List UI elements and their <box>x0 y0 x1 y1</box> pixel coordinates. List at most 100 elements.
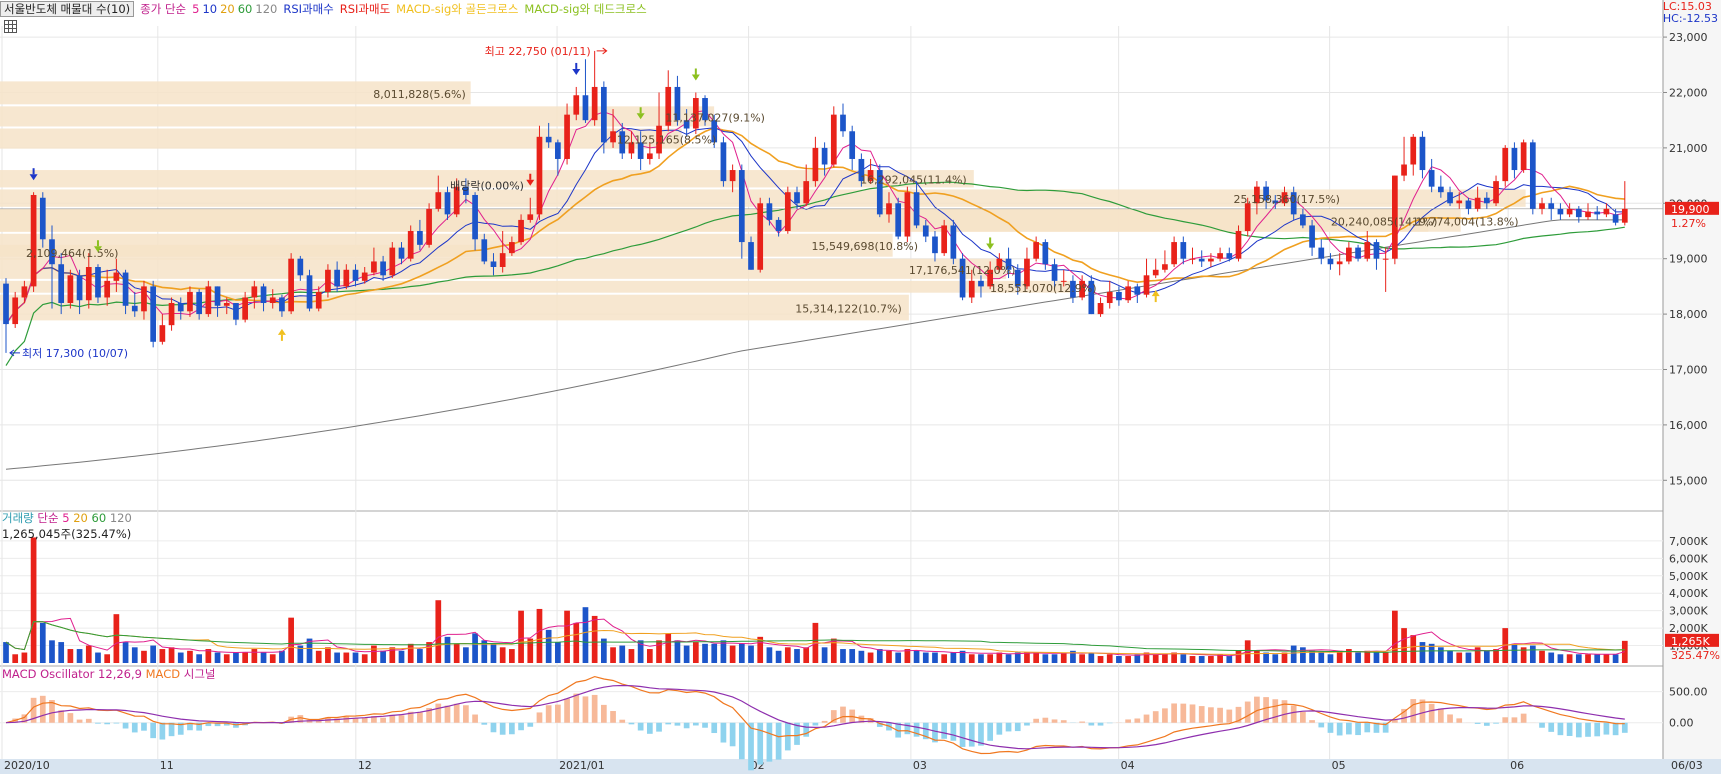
macd-oscillator-bar <box>481 722 488 725</box>
volume-bar <box>1392 610 1398 663</box>
macd-oscillator-bar <box>683 722 690 729</box>
candle-body <box>95 267 101 298</box>
candle-body <box>398 247 405 259</box>
volume-bar <box>67 649 74 663</box>
volume-tick-label: 6,000K <box>1669 552 1708 565</box>
candle-body <box>1134 286 1141 295</box>
volume-bar <box>177 652 184 663</box>
legend-dead-cross: MACD-sig와 데드크로스 <box>524 2 647 16</box>
price-tick-label: 18,000 <box>1669 308 1708 321</box>
macd-oscillator-bar <box>766 722 773 762</box>
volume-bar <box>187 650 193 663</box>
volume-bar <box>1235 650 1242 663</box>
legend-golden-cross: MACD-sig와 골든크로스 <box>396 2 519 16</box>
candle-body <box>1152 269 1159 276</box>
indicator-title[interactable]: 서울반도체 매물대 수(10) <box>0 1 135 17</box>
macd-oscillator-bar <box>463 705 469 723</box>
candle-body <box>766 203 773 220</box>
candle-body <box>177 303 184 312</box>
candle-body <box>251 286 258 298</box>
volume-bar <box>591 615 598 663</box>
x-axis-label: 11 <box>160 759 174 772</box>
macd-oscillator-bar <box>1180 703 1187 723</box>
candle-body <box>343 269 350 287</box>
volume-bar <box>21 652 28 663</box>
volume-bar <box>58 642 65 663</box>
macd-oscillator-bar <box>1493 722 1499 724</box>
macd-oscillator-bar <box>702 722 708 728</box>
macd-oscillator-bar <box>1079 721 1085 723</box>
volume-bar <box>1585 654 1591 663</box>
macd-oscillator-bar <box>1511 717 1518 723</box>
candle-body <box>76 275 83 301</box>
candle-body <box>646 153 653 159</box>
candle-body <box>913 192 920 226</box>
volume-bar <box>1106 654 1113 663</box>
volume-bar <box>922 652 929 663</box>
volume-bar <box>3 642 9 663</box>
macd-oscillator-bar <box>1005 722 1012 732</box>
volume-bar <box>1254 650 1260 663</box>
candle-body <box>1373 242 1380 259</box>
macd-legend-macd: MACD <box>145 667 181 681</box>
candle-body <box>67 275 74 304</box>
macd-oscillator-bar <box>1143 714 1150 723</box>
candle-body <box>233 303 239 320</box>
macd-oscillator-bar <box>453 703 460 723</box>
volume-bar <box>950 652 957 663</box>
volume-bar <box>12 654 19 663</box>
candle-body <box>187 291 193 312</box>
candle-body <box>812 147 819 182</box>
volume-bar <box>867 652 874 663</box>
volume-bar <box>794 649 800 663</box>
candle-body <box>361 272 368 281</box>
volume-bar <box>518 610 524 663</box>
grid-icon[interactable] <box>4 20 17 33</box>
macd-oscillator-bar <box>1539 722 1545 728</box>
volume-bar <box>1437 647 1444 663</box>
volume-bar <box>1548 652 1555 663</box>
macd-oscillator-bar <box>1483 722 1490 726</box>
candle-body <box>168 303 175 326</box>
macd-oscillator-bar <box>472 714 478 723</box>
stock-chart[interactable]: 23,00022,00021,00020,00019,00018,00017,0… <box>0 0 1721 774</box>
price-legend: 서울반도체 매물대 수(10) 종가 단순 5 10 20 60 120 RSI과매수 RSI과… <box>0 0 653 18</box>
candle-body <box>1125 286 1131 301</box>
price-badge-change: 1.27% <box>1671 217 1706 230</box>
macd-oscillator-bar <box>996 722 1003 735</box>
macd-oscillator-bar <box>775 722 782 760</box>
candle-body <box>1143 275 1150 295</box>
macd-oscillator-bar <box>380 717 386 723</box>
macd-oscillator-bar <box>131 722 138 733</box>
macd-oscillator-bar <box>582 696 589 723</box>
macd-oscillator-bar <box>987 722 994 741</box>
volume-bar <box>260 652 267 663</box>
macd-oscillator-bar <box>1152 711 1159 723</box>
candle-body <box>1051 264 1058 281</box>
candle-body <box>1217 253 1223 259</box>
volume-bar <box>288 617 294 663</box>
candle-body <box>196 291 203 315</box>
volume-bar <box>619 645 626 663</box>
candle-body <box>141 286 147 312</box>
volume-tick-label: 4,000K <box>1669 587 1708 600</box>
macd-oscillator-bar <box>1364 722 1371 733</box>
candle-body <box>1474 197 1481 209</box>
candle-body <box>490 261 497 267</box>
volume-tick-label: 7,000K <box>1669 535 1708 548</box>
candle-body <box>325 269 331 292</box>
corner-info: LC:15.03 HC:-12.53 <box>1663 1 1718 25</box>
volume-bar <box>545 629 552 663</box>
candle-body <box>729 170 736 182</box>
candle-body <box>518 219 524 243</box>
volume-profile-label: 8,011,828(5.6%) <box>373 88 466 101</box>
volume-bar <box>573 622 580 663</box>
volume-bar <box>1318 652 1325 663</box>
volume-bar <box>1033 652 1039 663</box>
volume-bar <box>1180 654 1187 663</box>
macd-oscillator-bar <box>417 712 423 723</box>
candle-body <box>1575 208 1582 218</box>
macd-oscillator-bar <box>784 722 791 751</box>
macd-oscillator-bar <box>1437 708 1444 723</box>
macd-oscillator-bar <box>1226 709 1233 723</box>
